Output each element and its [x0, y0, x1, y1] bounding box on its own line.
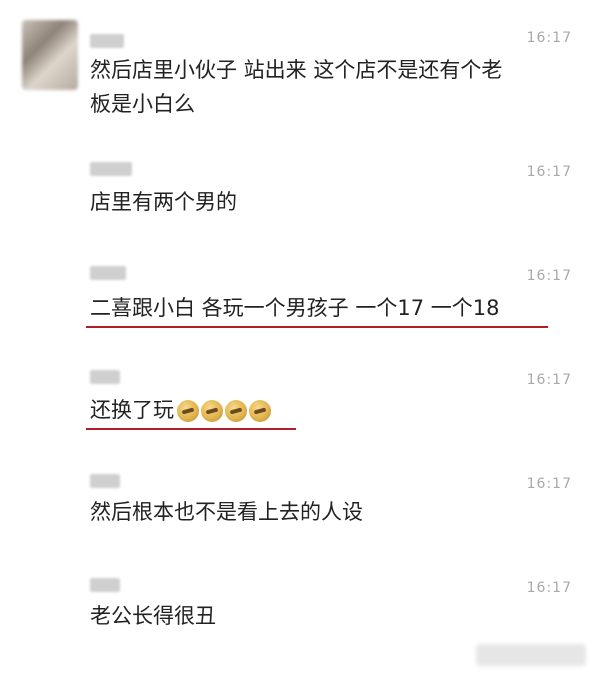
- message-text-line: 二喜跟小白 各玩一个男孩子 一个17 一个18: [90, 296, 500, 320]
- avatar[interactable]: [22, 20, 78, 90]
- grimace-emoji-icon: [225, 400, 247, 422]
- highlight-underline: [86, 428, 296, 430]
- grimace-emoji-icon: [249, 400, 271, 422]
- message-text-line: 板是小白么: [90, 92, 195, 116]
- sender-name-blurred: [90, 370, 120, 384]
- highlight-underline: [86, 326, 548, 328]
- sender-name-blurred: [90, 266, 126, 280]
- emoji-group: [177, 400, 271, 422]
- watermark: [476, 644, 586, 666]
- message-text-line: 老公长得很丑: [90, 604, 216, 628]
- message-text-row: 还换了玩: [90, 394, 271, 426]
- message-text-line: 然后根本也不是看上去的人设: [90, 500, 363, 524]
- message-time: 16:17: [526, 580, 572, 596]
- message-text-line: 店里有两个男的: [90, 190, 237, 214]
- message-time: 16:17: [526, 30, 572, 46]
- message-text-line: 还换了玩: [90, 398, 174, 422]
- grimace-emoji-icon: [177, 400, 199, 422]
- chat-message: 16:17 店里有两个男的: [90, 162, 572, 222]
- chat-message: 16:17 还换了玩: [86, 370, 572, 436]
- chat-message: 16:17 然后根本也不是看上去的人设: [90, 474, 572, 534]
- grimace-emoji-icon: [201, 400, 223, 422]
- chat-message: 16:17 然后店里小伙子 站出来 这个店不是还有个老 板是小白么: [90, 30, 572, 124]
- message-time: 16:17: [526, 476, 572, 492]
- chat-screenshot: 16:17 然后店里小伙子 站出来 这个店不是还有个老 板是小白么 16:17 …: [0, 0, 600, 680]
- message-time: 16:17: [526, 268, 572, 284]
- chat-message: 16:17 老公长得很丑: [90, 578, 572, 638]
- chat-message: 16:17 二喜跟小白 各玩一个男孩子 一个17 一个18: [86, 266, 572, 332]
- sender-name-blurred: [90, 578, 120, 592]
- sender-name-blurred: [90, 162, 132, 176]
- message-text-line: 然后店里小伙子 站出来 这个店不是还有个老: [90, 58, 503, 82]
- message-time: 16:17: [526, 164, 572, 180]
- sender-name-blurred: [90, 474, 120, 488]
- sender-name-blurred: [90, 34, 124, 48]
- message-time: 16:17: [526, 372, 572, 388]
